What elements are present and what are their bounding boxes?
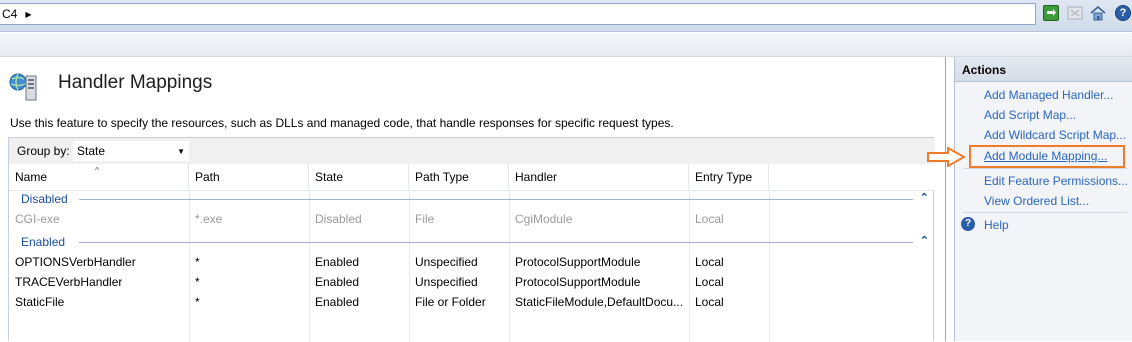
- cell-path-type: Unspecified: [415, 255, 478, 269]
- groupby-value: State: [77, 144, 106, 158]
- group-header-enabled[interactable]: Enabled ⌃: [9, 232, 935, 252]
- table-header: Name Path State Path Type Handler Entry …: [9, 164, 935, 191]
- column-header-state[interactable]: State: [309, 164, 409, 191]
- column-header-handler[interactable]: Handler: [509, 164, 689, 191]
- go-icon[interactable]: [1043, 5, 1059, 21]
- cell-path-type: File: [415, 212, 435, 226]
- cell-path: *: [195, 295, 200, 309]
- toolbar-band: [0, 33, 1132, 57]
- group-divider: [79, 199, 913, 200]
- column-header-path-type[interactable]: Path Type: [409, 164, 509, 191]
- address-bar[interactable]: C4 ▶: [0, 3, 1036, 25]
- cell-entry-type: Local: [695, 275, 724, 289]
- cell-state: Disabled: [315, 212, 362, 226]
- collapse-chevron-icon[interactable]: ⌃: [920, 191, 929, 204]
- handler-mappings-table: Group by: State ▼ Name Path State Path T…: [8, 137, 935, 342]
- cell-state: Enabled: [315, 255, 360, 269]
- cell-entry-type: Local: [695, 212, 724, 226]
- help-icon[interactable]: ?: [961, 217, 975, 231]
- address-toolbar: C4 ▶ ?: [0, 0, 1132, 32]
- cell-entry-type: Local: [695, 255, 724, 269]
- group-label: Disabled: [21, 192, 72, 206]
- group-header-disabled[interactable]: Disabled ⌃: [9, 189, 935, 209]
- group-divider: [79, 242, 913, 243]
- handler-mappings-icon: [8, 70, 42, 102]
- actions-pane: Actions Add Managed Handler... Add Scrip…: [954, 57, 1132, 341]
- breadcrumb-arrow-icon[interactable]: ▶: [25, 10, 31, 19]
- cell-entry-type: Local: [695, 295, 724, 309]
- cell-handler: ProtocolSupportModule: [515, 275, 641, 289]
- group-label: Enabled: [21, 235, 70, 249]
- cell-path: *: [195, 275, 200, 289]
- page-title: Handler Mappings: [58, 72, 213, 93]
- callout-arrow-icon: [927, 147, 966, 167]
- cell-path-type: Unspecified: [415, 275, 478, 289]
- table-row[interactable]: OPTIONSVerbHandler * Enabled Unspecified…: [9, 252, 935, 272]
- view-ordered-list-link[interactable]: View Ordered List...: [984, 194, 1089, 208]
- home-icon[interactable]: [1090, 5, 1106, 21]
- cell-handler: ProtocolSupportModule: [515, 255, 641, 269]
- actions-title: Actions: [955, 57, 1132, 82]
- column-header-entry-type[interactable]: Entry Type: [689, 164, 769, 191]
- cell-name: StaticFile: [15, 295, 65, 309]
- add-script-map-link[interactable]: Add Script Map...: [984, 108, 1076, 122]
- page-description: Use this feature to specify the resource…: [10, 116, 674, 130]
- table-row[interactable]: TRACEVerbHandler * Enabled Unspecified P…: [9, 272, 935, 292]
- cell-handler: StaticFileModule,DefaultDocu...: [515, 295, 684, 309]
- cell-path: *.exe: [195, 212, 223, 226]
- cell-state: Enabled: [315, 275, 360, 289]
- stop-icon[interactable]: [1067, 5, 1083, 21]
- actions-divider: [963, 212, 1127, 213]
- table-row[interactable]: CGI-exe *.exe Disabled File CgiModule Lo…: [9, 209, 935, 229]
- help-toolbar-icon[interactable]: ?: [1115, 5, 1131, 21]
- cell-name: OPTIONSVerbHandler: [15, 255, 136, 269]
- add-managed-handler-link[interactable]: Add Managed Handler...: [984, 88, 1113, 102]
- collapse-chevron-icon[interactable]: ⌃: [920, 234, 929, 247]
- sort-ascending-icon: ^: [95, 166, 99, 175]
- table-row[interactable]: StaticFile * Enabled File or Folder Stat…: [9, 292, 935, 312]
- groupby-toolbar: Group by: State ▼: [9, 138, 935, 164]
- edit-feature-permissions-link[interactable]: Edit Feature Permissions...: [984, 174, 1128, 188]
- groupby-dropdown[interactable]: State ▼: [73, 141, 189, 161]
- cell-state: Enabled: [315, 295, 360, 309]
- column-header-path[interactable]: Path: [189, 164, 309, 191]
- column-header-name[interactable]: Name: [9, 164, 189, 191]
- cell-name: TRACEVerbHandler: [15, 275, 123, 289]
- add-wildcard-script-map-link[interactable]: Add Wildcard Script Map...: [984, 128, 1126, 142]
- help-link[interactable]: Help: [984, 218, 1009, 232]
- dropdown-arrow-icon: ▼: [177, 146, 185, 156]
- cell-path: *: [195, 255, 200, 269]
- cell-handler: CgiModule: [515, 212, 573, 226]
- address-path[interactable]: C4: [2, 7, 17, 21]
- highlight-box: [969, 145, 1125, 168]
- actions-divider: [963, 168, 1127, 169]
- main-panel: Handler Mappings Use this feature to spe…: [0, 57, 946, 342]
- cell-name: CGI-exe: [15, 212, 60, 226]
- cell-path-type: File or Folder: [415, 295, 486, 309]
- groupby-label: Group by:: [17, 144, 70, 158]
